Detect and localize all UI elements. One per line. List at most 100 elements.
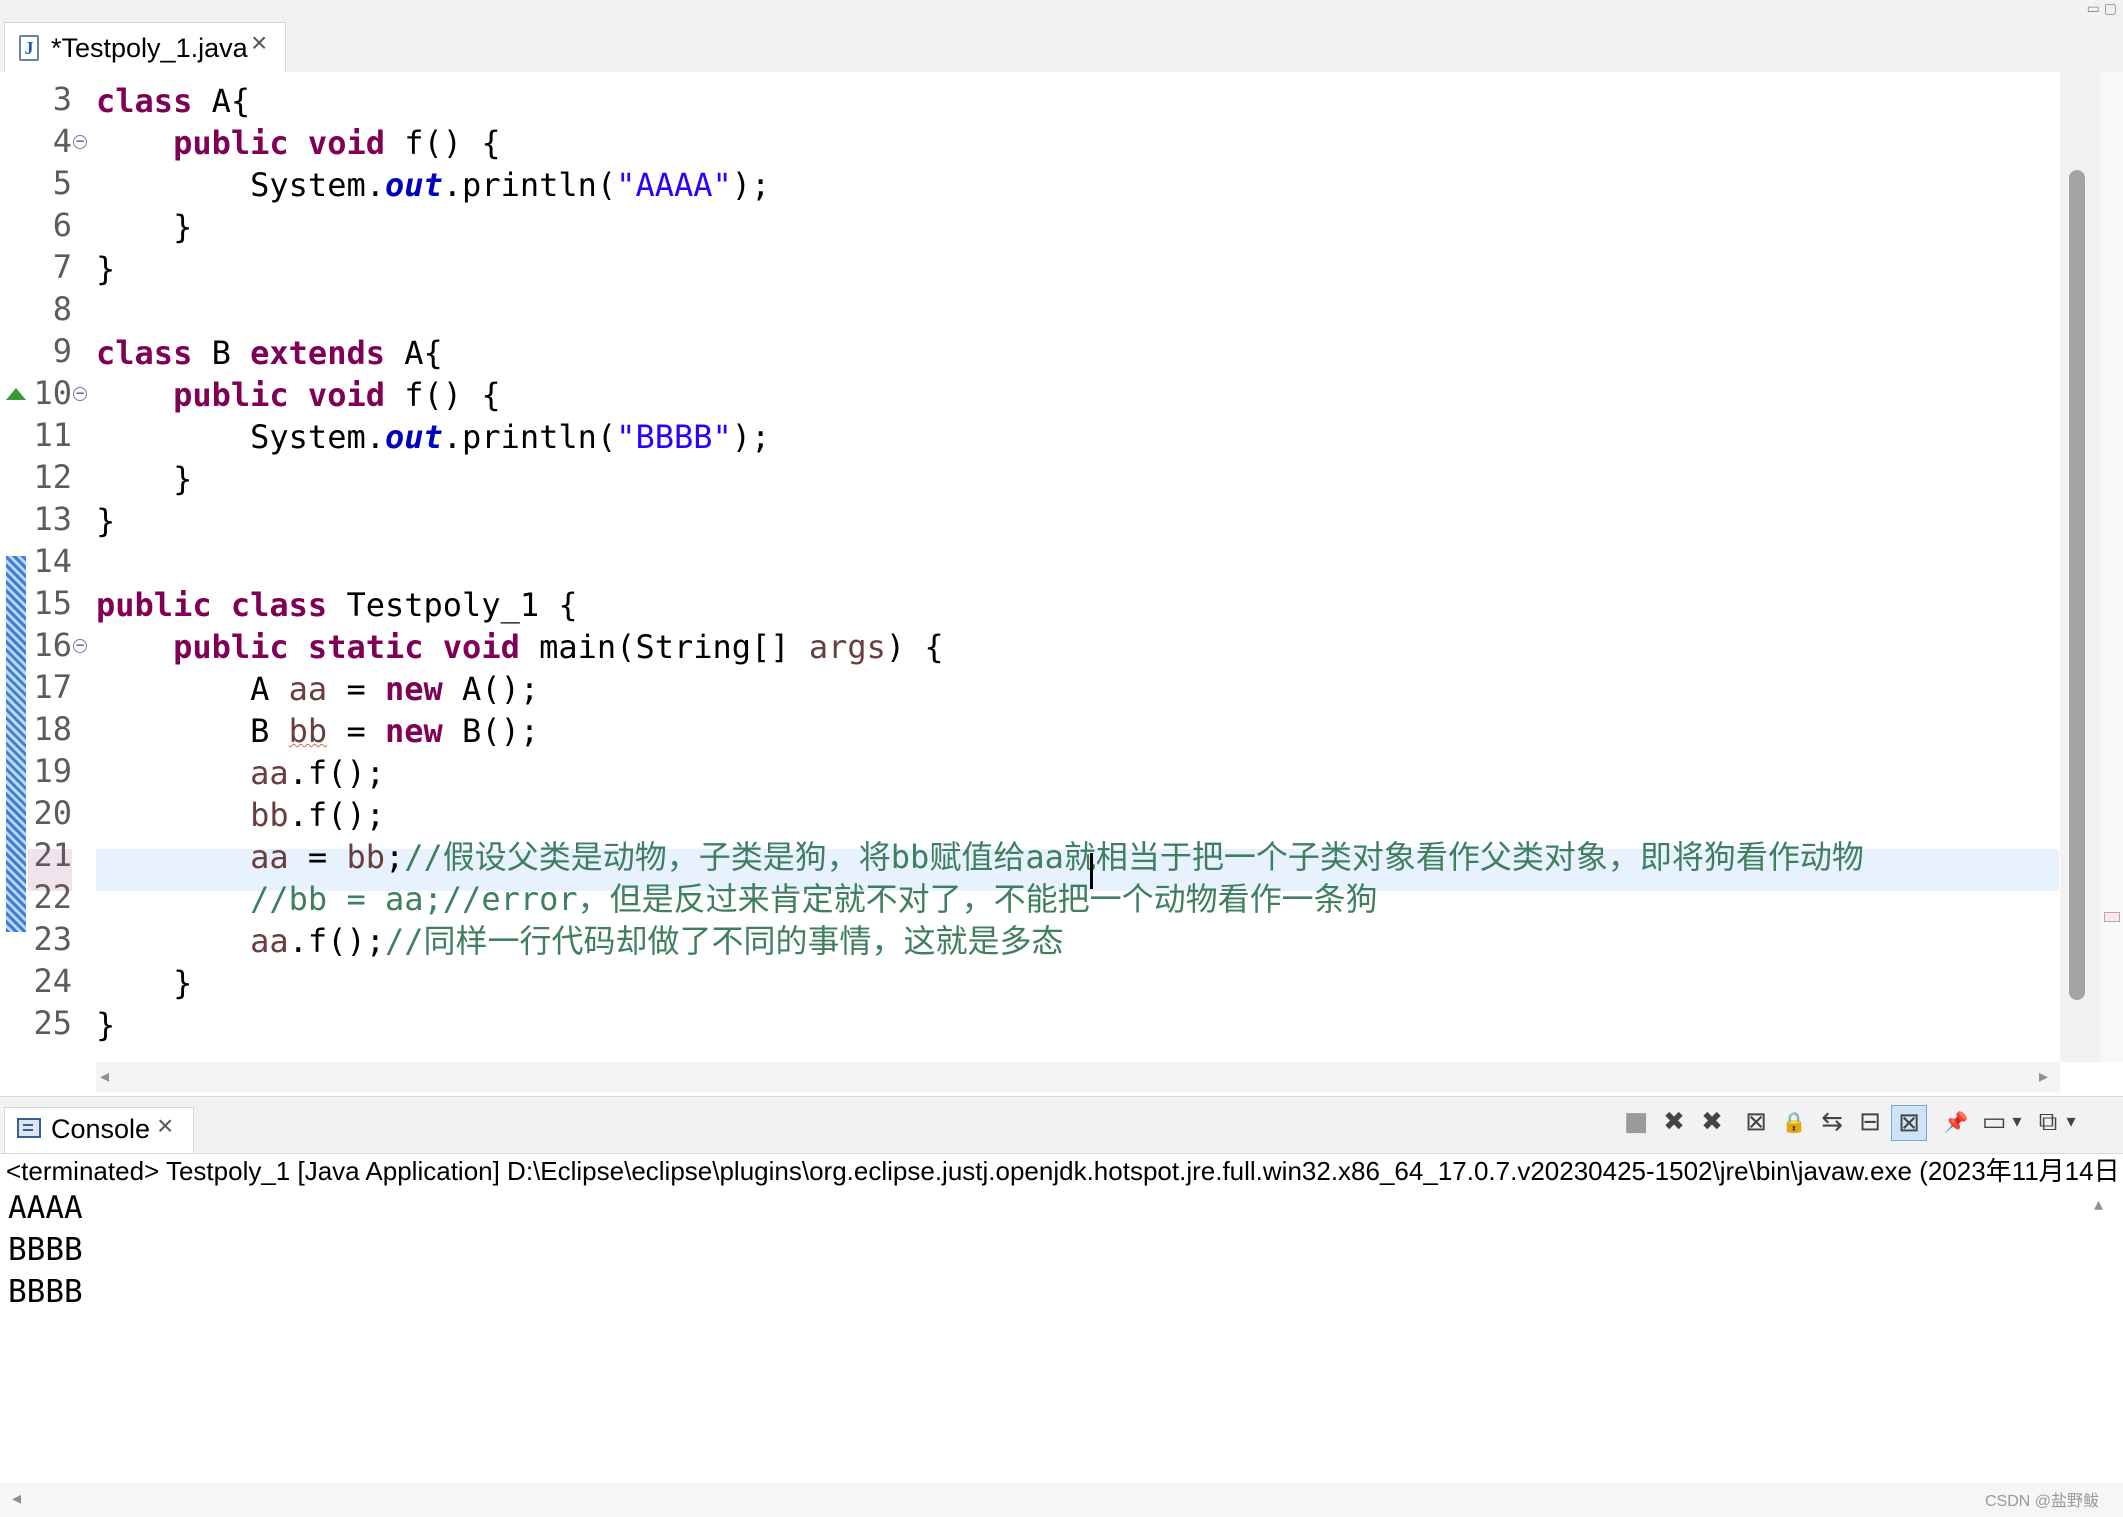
code-line-3: class A{ (96, 80, 250, 122)
tab-console[interactable]: Console × (4, 1107, 194, 1153)
code-text: A{ (192, 82, 251, 120)
local-variable: bb (346, 838, 385, 876)
static-field: out (384, 166, 443, 204)
chevron-down-icon[interactable]: ▾ (2007, 1105, 2027, 1139)
code-text: = (288, 838, 347, 876)
code-line-24: } (96, 962, 192, 1004)
remove-launch-icon[interactable]: ✖ (1657, 1105, 1691, 1139)
comment: //假设父类是动物，子类是狗，将bb赋值给aa就相当于把一个子类对象看作父类对象… (404, 838, 1864, 876)
static-field: out (384, 418, 443, 456)
scroll-lock-icon[interactable]: 🔒 (1777, 1105, 1811, 1139)
editor-scroll-thumb[interactable] (2069, 170, 2085, 1000)
code-text: = (327, 712, 385, 750)
word-wrap-icon[interactable]: ⇆ (1815, 1105, 1849, 1139)
code-text: f() { (384, 376, 501, 414)
code-text: B(); (442, 712, 540, 750)
code-line-6: } (96, 206, 192, 248)
code-text: ) { (885, 628, 944, 666)
tab-testpoly-java[interactable]: J *Testpoly_1.java × (4, 22, 286, 72)
keyword: extends (250, 334, 385, 372)
clear-console-icon[interactable]: ⊠ (1739, 1105, 1773, 1139)
fold-collapse-icon[interactable]: − (73, 639, 87, 653)
code-text: .println( (442, 418, 617, 456)
line-number: 4 (52, 122, 72, 160)
code-text: .println( (442, 166, 617, 204)
fold-collapse-icon[interactable]: − (73, 135, 87, 149)
show-on-stderr-icon[interactable]: ⊠ (1891, 1105, 1927, 1141)
console-launch-status: <terminated> Testpoly_1 [Java Applicatio… (6, 1156, 2123, 1186)
close-icon[interactable]: × (251, 27, 267, 59)
console-output-line: BBBB (8, 1232, 83, 1268)
scroll-left-icon[interactable]: ◂ (100, 1066, 109, 1087)
code-text: ; (384, 838, 405, 876)
minimize-maximize-icon[interactable]: ▭ ▢ (2087, 0, 2117, 17)
remove-all-terminated-icon[interactable]: ✖ (1695, 1105, 1729, 1139)
keyword: public (96, 586, 212, 624)
code-text: A (250, 670, 289, 708)
scroll-left-icon[interactable]: ◂ (12, 1488, 21, 1509)
code-line-15: public class Testpoly_1 { (96, 584, 578, 626)
override-triangle-icon[interactable] (6, 388, 26, 400)
code-text: Testpoly_1 { (327, 586, 578, 624)
code-line-17: A aa = new A(); (96, 668, 539, 710)
keyword: new (384, 670, 443, 708)
terminate-icon[interactable]: ■ (1619, 1105, 1653, 1139)
line-number: 21 (33, 836, 72, 874)
watermark: CSDN @盐野鲅 (1984, 1493, 2099, 1510)
code-text: A{ (384, 334, 443, 372)
display-selected-console-icon[interactable]: ▭ (1977, 1105, 2011, 1139)
chevron-down-icon[interactable]: ▾ (2061, 1105, 2081, 1139)
keyword: public (173, 376, 289, 414)
code-text: } (96, 502, 116, 540)
code-text: } (96, 250, 116, 288)
line-number: 7 (52, 248, 72, 286)
code-line-13: } (96, 500, 115, 542)
comment: //同样一行代码却做了不同的事情，这就是多态 (384, 922, 1064, 960)
tab-title: *Testpoly_1.java (51, 33, 248, 63)
line-number: 6 (52, 206, 72, 244)
show-on-stdout-icon[interactable]: ⊟ (1853, 1105, 1887, 1139)
scroll-right-icon[interactable]: ▸ (2039, 1066, 2048, 1087)
overview-ruler-marker[interactable] (2104, 912, 2120, 922)
local-variable: bb (288, 712, 328, 750)
local-variable: aa (250, 754, 289, 792)
tab-title: Console (51, 1114, 151, 1144)
fold-collapse-icon[interactable]: − (73, 387, 87, 401)
code-text: System. (250, 418, 385, 456)
keyword: static (307, 628, 424, 666)
keyword: public (173, 124, 289, 162)
keyword: class (96, 334, 193, 372)
console-output[interactable]: AAAA BBBB BBBB (0, 1190, 2123, 1490)
line-number: 16 (33, 626, 72, 664)
code-line-20: bb.f(); (96, 794, 385, 836)
code-line-4: public void f() { (96, 122, 501, 164)
code-text: main(String[] (519, 628, 809, 666)
code-line-18: B bb = new B(); (96, 710, 539, 752)
code-line-9: class B extends A{ (96, 332, 443, 374)
console-horizontal-scrollbar[interactable]: ◂ (0, 1482, 2123, 1517)
code-text: f() { (384, 124, 501, 162)
pin-console-icon[interactable]: 📌 (1939, 1105, 1973, 1139)
keyword: void (442, 628, 520, 666)
close-icon[interactable]: × (157, 1110, 173, 1142)
line-number: 12 (33, 458, 72, 496)
console-output-line: AAAA (8, 1190, 83, 1226)
open-console-icon[interactable]: ⧉ (2031, 1105, 2065, 1139)
line-number: 13 (33, 500, 72, 538)
code-text: .f(); (288, 754, 385, 792)
line-number: 5 (52, 164, 72, 202)
editor-horizontal-scrollbar[interactable]: ◂ ▸ (96, 1062, 2060, 1092)
scroll-up-icon[interactable]: ▴ (2094, 1194, 2103, 1215)
code-line-7: } (96, 248, 115, 290)
line-number: 24 (33, 962, 72, 1000)
code-line-22: //bb = aa;//error，但是反过来肯定就不对了，不能把一个动物看作一… (96, 878, 1378, 920)
code-text: A(); (442, 670, 540, 708)
line-number: 22 (33, 878, 72, 916)
code-text: } (96, 1006, 116, 1044)
code-line-5: System.out.println("AAAA"); (96, 164, 770, 206)
code-text: } (173, 460, 193, 498)
console-tab-bar: Console × ■ ✖ ✖ ⊠ 🔒 ⇆ ⊟ ⊠ 📌 ▭ ▾ ⧉ ▾ (0, 1096, 2123, 1154)
console-vertical-scrollbar[interactable]: ▴ (2084, 1190, 2120, 1480)
keyword: class (230, 586, 328, 624)
editor-tab-bar: J *Testpoly_1.java × ▭ ▢ (0, 0, 2123, 73)
